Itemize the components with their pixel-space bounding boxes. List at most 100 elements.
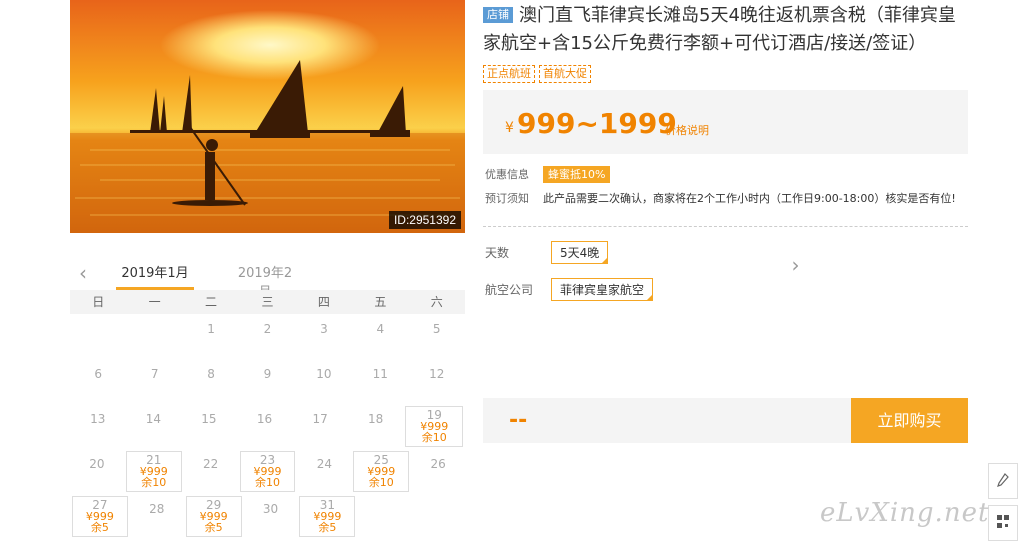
tab-month-jan[interactable]: 2019年1月 <box>116 262 194 290</box>
day-number <box>126 314 182 322</box>
days-row: 天数 5天4晚 <box>483 241 968 264</box>
day-number: 1 <box>207 322 215 336</box>
calendar-day-available[interactable]: 31 ¥999 余5 <box>299 496 356 537</box>
day-number: 11 <box>372 367 388 381</box>
chevron-left-icon[interactable]: ‹ <box>74 263 92 283</box>
calendar-day: 28 <box>130 494 184 539</box>
calendar-day: 10 <box>296 359 352 404</box>
calendar-day: 24 <box>297 449 351 494</box>
calendar-day: 20 <box>70 449 124 494</box>
calendar-day: 13 <box>70 404 126 449</box>
price-range: 999~1999 <box>517 107 677 140</box>
calendar-day: 18 <box>348 404 404 449</box>
sunset-sailboat-photo <box>70 0 465 233</box>
selected-price: -- <box>509 408 528 433</box>
tag-list: 正点航班 首航大促 <box>483 62 968 84</box>
day-number: 2 <box>263 322 272 336</box>
calendar-day-available[interactable]: 27 ¥999 余5 <box>72 496 128 537</box>
day-stock: 余10 <box>421 431 447 444</box>
booking-text: 此产品需要二次确认，商家将在2个工作小时内（工作日9:00-18:00）核实是否… <box>543 192 956 205</box>
day-number: 21 <box>146 453 162 467</box>
price-currency: ¥ <box>505 120 514 136</box>
buy-bar: -- 立即购买 <box>483 398 968 443</box>
weekday-label: 一 <box>148 295 161 309</box>
day-number: 31 <box>319 498 335 512</box>
calendar-day: 30 <box>244 494 298 539</box>
price-note-link[interactable]: 价格说明 <box>665 122 709 138</box>
weekday-header: 日一二三四五六 <box>70 290 465 314</box>
day-number: 6 <box>94 367 103 381</box>
calendar-day: 9 <box>239 359 295 404</box>
product-info-panel: 店铺 澳门直飞菲律宾长滩岛5天4晚往返机票含税（菲律宾皇家航空+含15公斤免费行李… <box>483 0 968 443</box>
promo-label: 优惠信息 <box>485 168 529 181</box>
day-number: 12 <box>429 367 445 381</box>
calendar-day-available[interactable]: 29 ¥999 余5 <box>185 496 242 537</box>
calendar-day <box>70 314 126 359</box>
day-number: 28 <box>149 502 165 516</box>
calendar-day <box>357 494 411 539</box>
calendar-day: 3 <box>296 314 352 359</box>
calendar-week-row: 13 14 15 16 17 18 19 ¥999 余10 <box>70 404 465 449</box>
day-number: 29 <box>206 498 222 512</box>
tag-first-flight-promo: 首航大促 <box>539 65 591 83</box>
calendar-day: 17 <box>292 404 348 449</box>
day-number: 10 <box>316 367 332 381</box>
buy-now-button[interactable]: 立即购买 <box>851 398 968 443</box>
calendar-day: 7 <box>126 359 182 404</box>
airline-option[interactable]: 菲律宾皇家航空 <box>551 278 654 301</box>
calendar-day-available[interactable]: 25 ¥999 余10 <box>353 451 410 492</box>
weekday-label: 六 <box>430 295 443 309</box>
pencil-icon[interactable] <box>988 463 1018 499</box>
day-number: 5 <box>432 322 441 336</box>
day-stock: 余10 <box>368 476 394 489</box>
day-number: 7 <box>150 367 159 381</box>
day-stock: 余5 <box>318 521 337 534</box>
day-number: 4 <box>376 322 385 336</box>
image-id-label: ID:2951392 <box>388 211 461 229</box>
days-label: 天数 <box>485 246 510 260</box>
day-number: 23 <box>259 453 276 467</box>
day-number: 17 <box>312 412 328 426</box>
day-number: 13 <box>90 412 106 426</box>
day-number: 22 <box>203 457 219 471</box>
day-number: 8 <box>207 367 215 381</box>
calendar-day <box>411 494 465 539</box>
day-number: 30 <box>262 502 279 516</box>
calendar-day-available[interactable]: 19 ¥999 余10 <box>405 406 464 447</box>
day-number: 26 <box>430 457 446 471</box>
calendar-day: 14 <box>126 404 182 449</box>
day-number: 3 <box>320 322 328 336</box>
weekday-label: 四 <box>317 295 330 309</box>
airline-label: 航空公司 <box>485 283 534 297</box>
promo-row: 优惠信息 蜂蜜抵10% <box>483 166 968 184</box>
calendar-day: 6 <box>70 359 126 404</box>
tag-ontime-flight: 正点航班 <box>483 65 535 83</box>
month-selector: ‹ 2019年1月 2019年2月 › <box>70 255 800 300</box>
day-stock: 余5 <box>204 521 223 534</box>
day-stock: 余10 <box>255 476 280 489</box>
calendar-day-available[interactable]: 23 ¥999 余10 <box>239 451 296 492</box>
store-badge[interactable]: 店铺 <box>483 7 513 23</box>
days-option[interactable]: 5天4晚 <box>551 241 609 264</box>
day-number: 24 <box>316 457 332 471</box>
day-stock: 余5 <box>90 521 109 534</box>
weekday-label: 日 <box>92 295 105 309</box>
calendar-day-available[interactable]: 21 ¥999 余10 <box>125 451 182 492</box>
product-title: 店铺 澳门直飞菲律宾长滩岛5天4晚往返机票含税（菲律宾皇家航空+含15公斤免费行李… <box>483 2 968 58</box>
price-calendar: 日一二三四五六 1 2 3 4 5 6 7 8 9 10 11 12 13 14 15 16 17 18 19 ¥99… <box>70 290 465 539</box>
day-number <box>357 494 411 502</box>
day-number: 27 <box>92 498 108 512</box>
booking-label: 预订须知 <box>485 192 529 205</box>
day-number: 9 <box>263 367 272 381</box>
calendar-week-row: 6 7 8 9 10 11 12 <box>70 359 465 404</box>
qr-code-icon[interactable] <box>988 505 1018 541</box>
product-title-text: 澳门直飞菲律宾长滩岛5天4晚往返机票含税（菲律宾皇家航空+含15公斤免费行李额+… <box>483 5 956 54</box>
day-number <box>70 314 126 322</box>
calendar-day: 4 <box>352 314 408 359</box>
watermark: eLvXing.net <box>820 498 990 528</box>
calendar-day: 12 <box>409 359 465 404</box>
day-number: 18 <box>368 412 384 426</box>
weekday-label: 三 <box>261 295 274 309</box>
calendar-day: 2 <box>239 314 295 359</box>
divider <box>483 226 968 227</box>
